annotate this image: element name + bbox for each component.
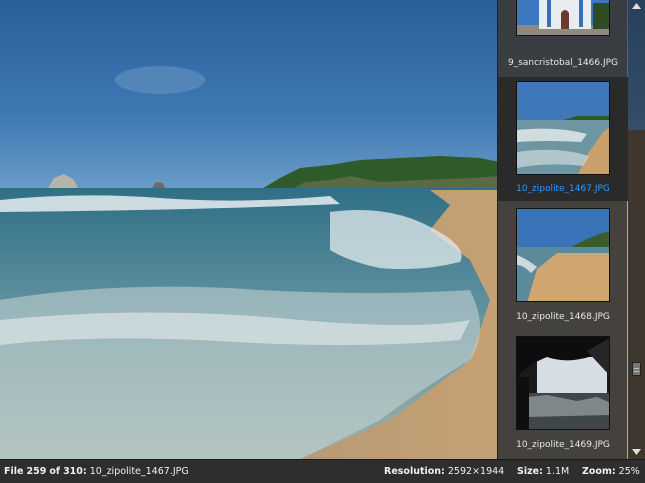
thumbnail-scrollbar[interactable] bbox=[628, 0, 645, 459]
file-position: File 259 of 310: 10_zipolite_1467.JPG bbox=[4, 466, 189, 477]
of-label: of bbox=[49, 466, 61, 477]
thumbnail-image bbox=[516, 336, 610, 430]
thumbnail-item-selected[interactable]: 10_zipolite_1467.JPG bbox=[498, 77, 628, 201]
file-name: 10_zipolite_1467.JPG bbox=[89, 466, 189, 477]
file-label: File bbox=[4, 466, 24, 477]
thumbnail-item[interactable]: 10_zipolite_1468.JPG bbox=[498, 204, 628, 328]
zoom-value: 25% bbox=[618, 466, 640, 477]
thumbnail-label: 10_zipolite_1467.JPG bbox=[516, 184, 610, 194]
zoom-label: Zoom: bbox=[582, 466, 616, 477]
resolution-value: 2592×1944 bbox=[447, 466, 505, 477]
thumbnail-item[interactable]: 10_zipolite_1469.JPG bbox=[498, 332, 628, 456]
thumbnail-image bbox=[516, 208, 610, 302]
thumbnail-panel: 9_sancristobal_1466.JPG 10_zipolite_1467… bbox=[497, 0, 628, 459]
size-label: Size: bbox=[517, 466, 543, 477]
file-index: 259 bbox=[26, 466, 47, 477]
resolution-info: Resolution: 2592×1944 bbox=[384, 466, 504, 477]
size-value: 1.1M bbox=[545, 466, 570, 477]
resolution-label: Resolution: bbox=[384, 466, 445, 477]
thumbnail-item[interactable]: 9_sancristobal_1466.JPG bbox=[498, 0, 628, 74]
thumbnail-label: 9_sancristobal_1466.JPG bbox=[507, 58, 619, 68]
status-bar: File 259 of 310: 10_zipolite_1467.JPG Re… bbox=[0, 459, 645, 483]
file-total: 310: bbox=[63, 466, 87, 477]
size-info: Size: 1.1M bbox=[517, 466, 569, 477]
thumbnail-image bbox=[516, 0, 610, 36]
thumbnail-image bbox=[516, 81, 610, 175]
scroll-down-arrow-icon[interactable] bbox=[632, 448, 641, 456]
scroll-up-arrow-icon[interactable] bbox=[632, 2, 641, 10]
scrollbar-thumb[interactable] bbox=[632, 362, 641, 376]
zoom-info: Zoom: 25% bbox=[582, 466, 640, 477]
thumbnail-label: 10_zipolite_1469.JPG bbox=[516, 440, 610, 450]
thumbnail-label: 10_zipolite_1468.JPG bbox=[516, 312, 610, 322]
